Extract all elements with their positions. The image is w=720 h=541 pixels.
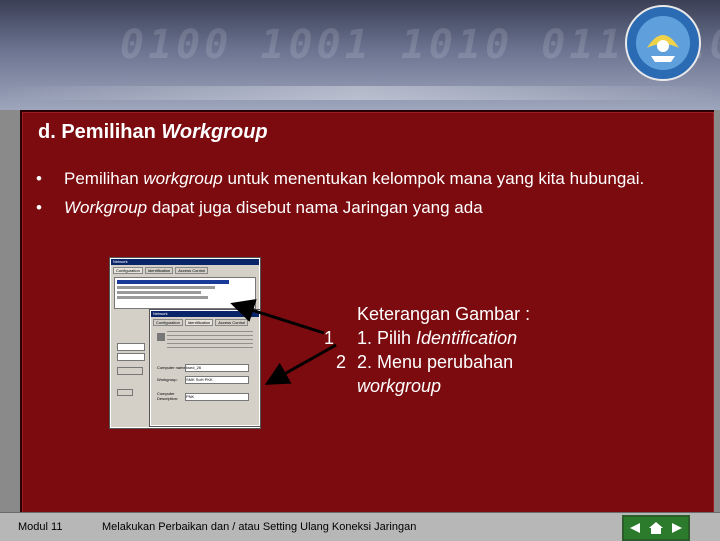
home-icon[interactable] <box>645 517 666 539</box>
network-dialog-screenshot: Network Configuration Identification Acc… <box>109 257 261 430</box>
marker-number: 1 <box>324 328 335 348</box>
logon-select[interactable] <box>117 343 145 351</box>
marker-number: 2 <box>336 352 347 372</box>
file-print-button[interactable] <box>117 367 143 375</box>
list-item <box>117 286 215 289</box>
identification-description <box>167 331 253 349</box>
bullet-list: • Pemilihan workgroup untuk menentukan ke… <box>34 168 674 226</box>
navigation-buttons <box>622 515 690 541</box>
list-item <box>117 280 229 284</box>
ok-button[interactable] <box>117 389 133 396</box>
computer-name-field[interactable]: ksed_26 <box>185 364 249 372</box>
network-window-front: Network Configuration Identification Acc… <box>149 309 261 427</box>
list-item <box>117 291 201 294</box>
tab-access-control[interactable]: Access Control <box>175 267 209 274</box>
footer-bar: Modul 11 Melakukan Perbaikan dan / atau … <box>0 512 720 541</box>
caption-item-continuation: workgroup <box>357 376 442 396</box>
computer-name-label: Computer name: <box>157 365 187 370</box>
workgroup-label: Workgroup: <box>157 377 178 382</box>
computer-icon <box>157 333 165 341</box>
tab-configuration[interactable]: Configuration <box>113 267 143 274</box>
module-label: Modul 11 <box>18 521 63 533</box>
caption-item: 1 1. Pilih Identification <box>324 328 518 348</box>
forward-icon[interactable] <box>667 517 688 539</box>
tab-configuration[interactable]: Configuration <box>153 319 183 326</box>
slide-title: d. Pemilihan Workgroup <box>38 121 268 143</box>
header-banner: 0100 1001 1010 0110 1000 <box>0 0 720 110</box>
tab-access-control[interactable]: Access Control <box>215 319 249 326</box>
back-icon[interactable] <box>624 517 645 539</box>
banner-highlight <box>0 86 720 100</box>
caption-block: Keterangan Gambar : 1 1. Pilih Identifica… <box>324 302 530 398</box>
logo-icon <box>625 5 701 81</box>
bullet-item: • Pemilihan workgroup untuk menentukan ke… <box>36 169 645 188</box>
bullet-item: • Workgroup dapat juga disebut nama Jarin… <box>36 198 483 217</box>
computer-description-label: Computer Description: <box>157 391 179 401</box>
caption-heading: Keterangan Gambar : <box>357 304 531 324</box>
computer-description-field[interactable]: PNK <box>185 393 249 401</box>
workgroup-field[interactable]: SMK SoH PKK <box>185 376 249 384</box>
list-item <box>117 296 208 299</box>
tab-identification[interactable]: Identification <box>184 319 214 326</box>
bullet-symbol: • <box>36 169 42 188</box>
caption-item: 2 2. Menu perubahan <box>324 350 530 374</box>
tab-identification[interactable]: Identification <box>144 267 174 274</box>
bullet-symbol: • <box>36 198 42 217</box>
module-description: Melakukan Perbaikan dan / atau Setting U… <box>102 521 417 533</box>
logon-select[interactable] <box>117 353 145 361</box>
components-list[interactable] <box>114 277 256 309</box>
